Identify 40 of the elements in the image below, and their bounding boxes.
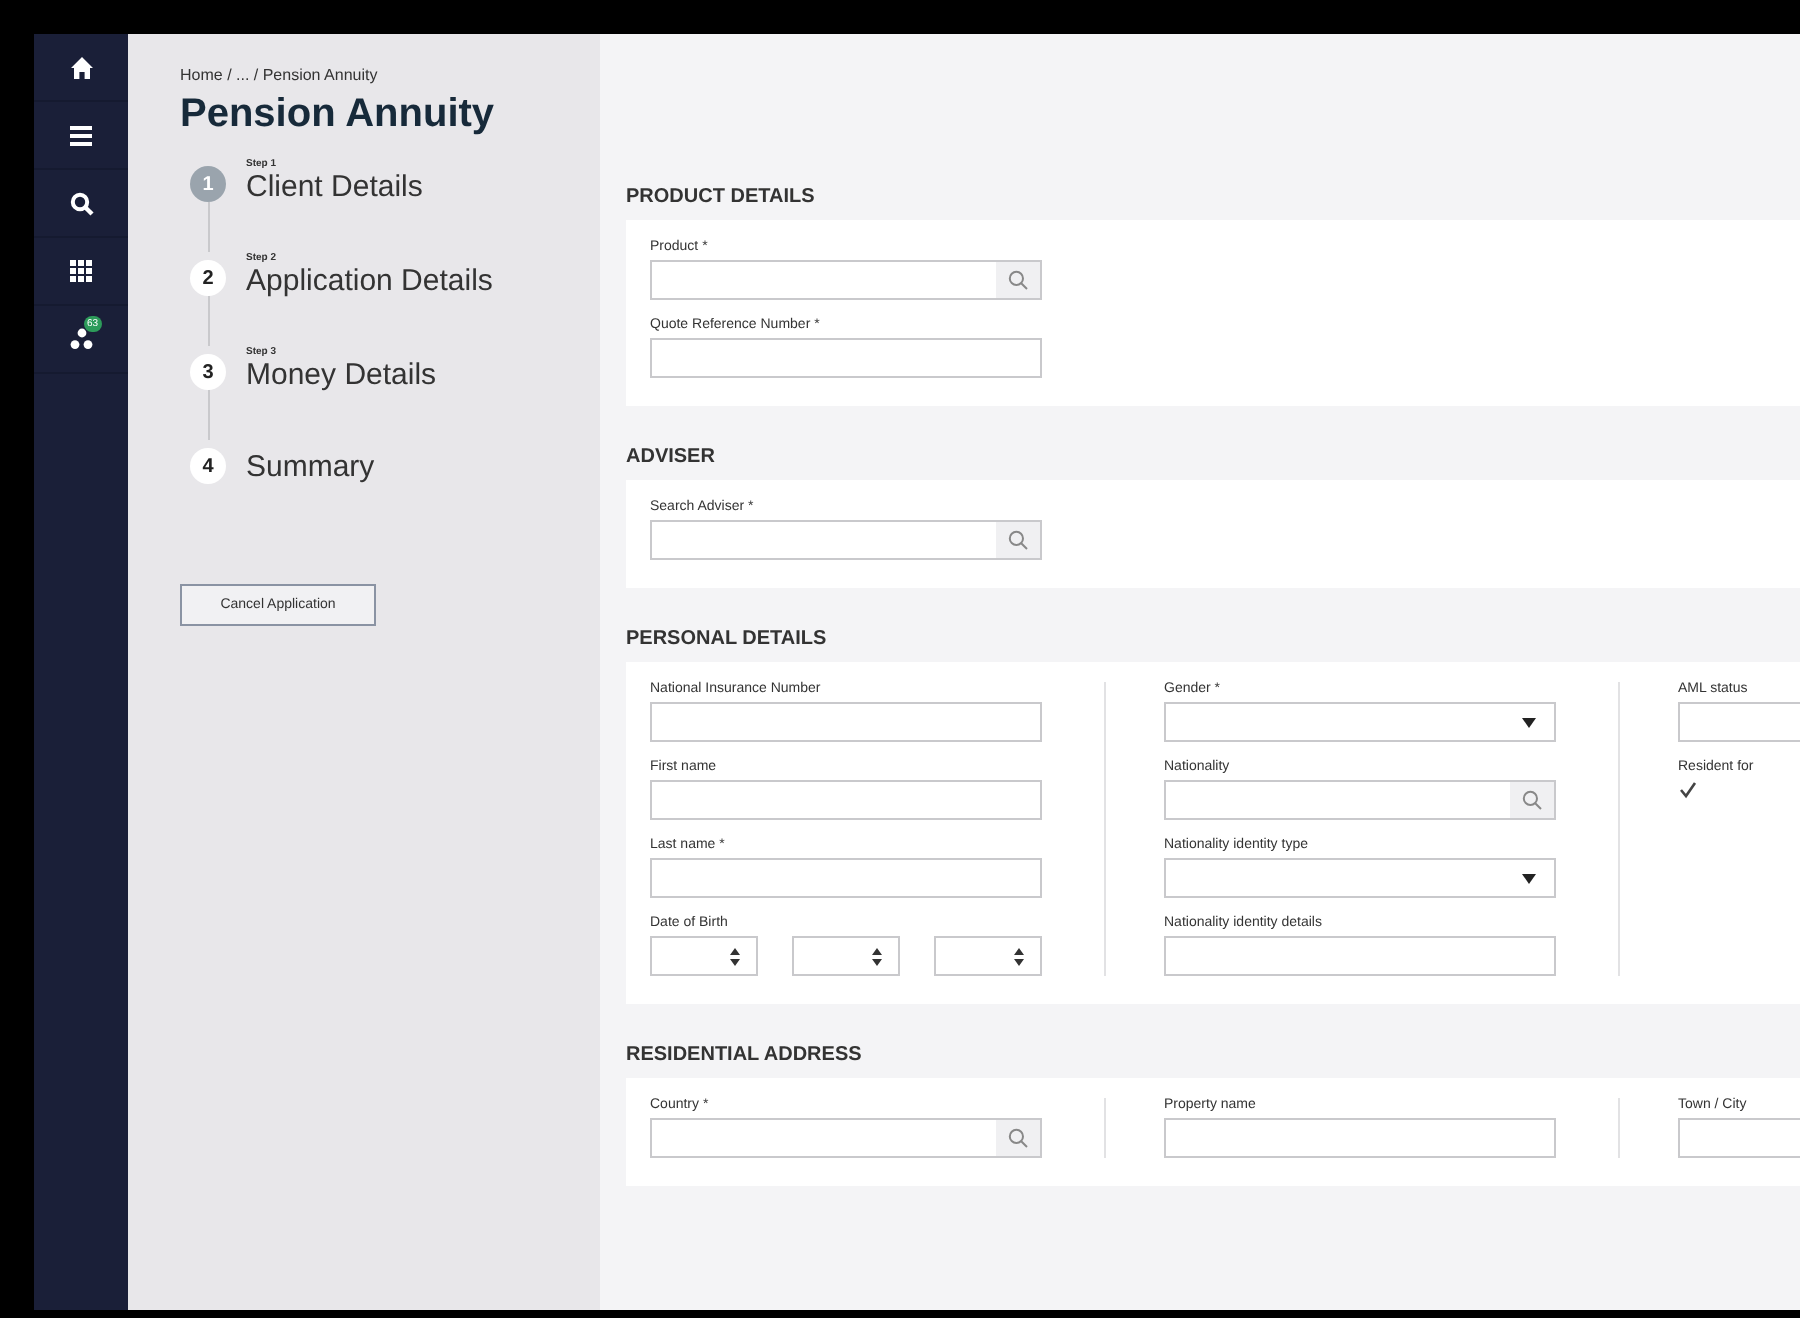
date-spinner[interactable] bbox=[650, 936, 758, 976]
search-field[interactable] bbox=[650, 260, 1042, 300]
search-field[interactable] bbox=[1164, 780, 1556, 820]
step-title[interactable]: Client Details bbox=[246, 170, 423, 204]
step-number: 1 bbox=[190, 166, 226, 202]
dropdown-field[interactable] bbox=[1164, 858, 1556, 898]
menu-icon[interactable] bbox=[70, 125, 92, 145]
text-field[interactable] bbox=[650, 338, 1042, 378]
apps-grid-icon[interactable] bbox=[70, 260, 92, 282]
caret-icon bbox=[1522, 873, 1536, 883]
page-title: Pension Annuity bbox=[180, 92, 495, 138]
checkbox[interactable] bbox=[1678, 780, 1698, 800]
spinner-arrows-icon bbox=[730, 947, 740, 965]
text-field[interactable] bbox=[650, 858, 1042, 898]
dots-network-icon[interactable] bbox=[69, 328, 93, 350]
search-field[interactable] bbox=[650, 520, 1042, 560]
spinner-arrows-icon bbox=[1014, 947, 1024, 965]
step-number: 2 bbox=[190, 260, 226, 296]
spinner-arrows-icon bbox=[872, 947, 882, 965]
home-icon[interactable] bbox=[69, 55, 93, 79]
search-field[interactable] bbox=[650, 1118, 1042, 1158]
section-heading: ADVISER bbox=[626, 446, 717, 468]
caret-icon bbox=[1522, 717, 1536, 727]
text-field[interactable] bbox=[650, 780, 1042, 820]
text-field[interactable] bbox=[1164, 1118, 1556, 1158]
section-heading: PERSONAL DETAILS bbox=[626, 628, 829, 650]
step-number: 3 bbox=[190, 354, 226, 390]
breadcrumb: Home / ... / Pension Annuity bbox=[180, 66, 378, 84]
section-heading: PRODUCT DETAILS bbox=[626, 186, 817, 208]
date-spinner[interactable] bbox=[934, 936, 1042, 976]
date-spinner[interactable] bbox=[792, 936, 900, 976]
step-title[interactable]: Summary bbox=[246, 450, 375, 484]
text-field[interactable] bbox=[650, 702, 1042, 742]
step-number: 4 bbox=[190, 448, 226, 484]
section-heading: RESIDENTIAL ADDRESS bbox=[626, 1044, 864, 1066]
dropdown-field[interactable] bbox=[1164, 702, 1556, 742]
search-icon[interactable] bbox=[69, 191, 93, 215]
text-field[interactable] bbox=[1164, 936, 1556, 976]
step-title[interactable]: Application Details bbox=[246, 264, 493, 298]
step-title[interactable]: Money Details bbox=[246, 358, 437, 392]
